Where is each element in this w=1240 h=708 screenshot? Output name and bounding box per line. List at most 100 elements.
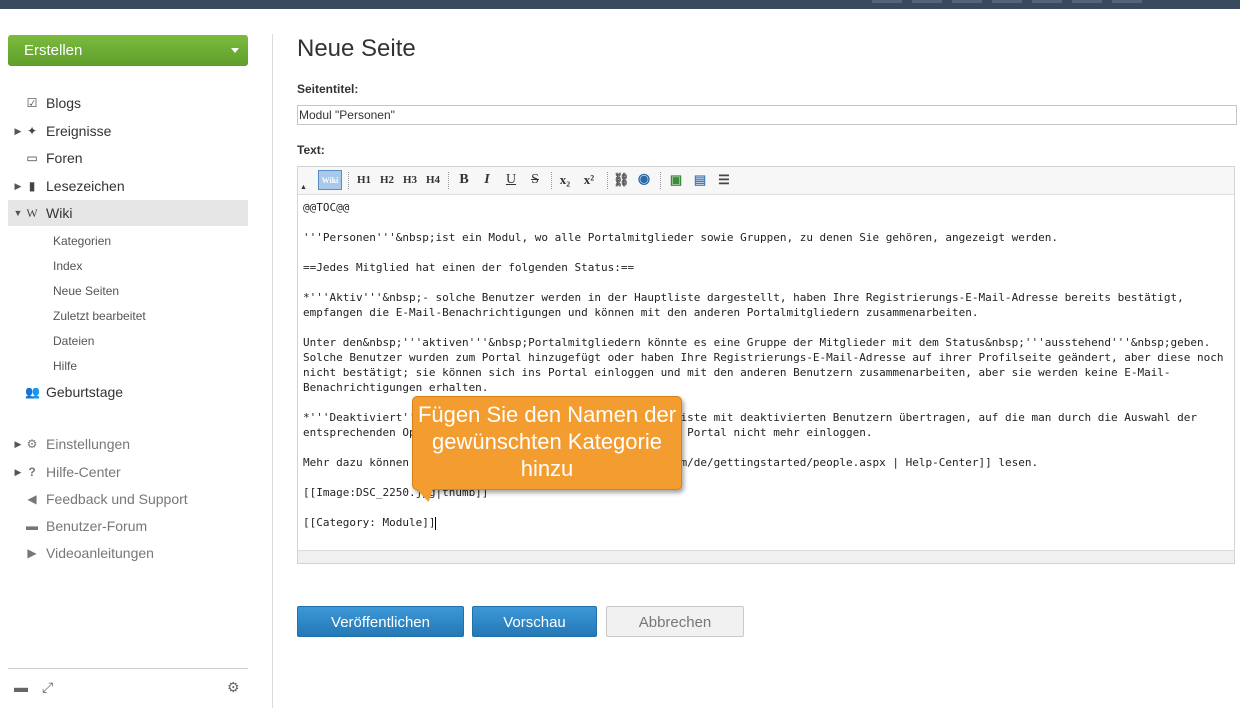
strikethrough-button[interactable]: S	[527, 170, 543, 190]
header-button[interactable]	[1072, 0, 1102, 3]
text-label: Text:	[297, 143, 325, 157]
sidebar-item-blogs[interactable]: ☑ Blogs	[8, 90, 248, 116]
expand-icon[interactable]: ⤢	[42, 679, 53, 696]
horizontal-rule-icon[interactable]: ☰	[716, 170, 732, 190]
sidebar-item-label: Lesezeichen	[46, 178, 125, 194]
chevron-down-icon[interactable]	[231, 48, 239, 53]
sidebar-item-einstellungen[interactable]: ▶ ⚙ Einstellungen	[8, 431, 248, 457]
wiki-sub-kategorien[interactable]: Kategorien	[53, 232, 111, 250]
toolbar-separator	[348, 172, 350, 189]
people-icon: 👥	[25, 385, 40, 399]
play-icon: ▶	[27, 546, 37, 560]
link-icon[interactable]: ⛓	[613, 170, 630, 190]
toolbar-separator	[448, 172, 450, 189]
sidebar-item-benutzer-forum[interactable]: ▬ Benutzer-Forum	[8, 513, 248, 539]
pin-icon: ✦	[26, 124, 38, 138]
callout-tooltip: Fügen Sie den Namen der gewünschten Kate…	[412, 396, 682, 490]
toolbar-collapse-icon[interactable]: ▲	[300, 177, 307, 197]
collapse-arrow-icon[interactable]: ▼	[13, 200, 23, 226]
header-button[interactable]	[1032, 0, 1062, 3]
content-line: *'''Aktiv'''&nbsp;- solche Benutzer werd…	[303, 291, 1191, 319]
sidebar-item-label: Blogs	[46, 95, 82, 111]
wiki-sub-index[interactable]: Index	[53, 257, 82, 275]
sidebar-item-feedback[interactable]: ◀ Feedback und Support	[8, 486, 248, 512]
subscript-button[interactable]: x₂	[557, 170, 573, 190]
sidebar-item-label: Einstellungen	[46, 436, 131, 452]
page-title-label: Seitentitel:	[297, 82, 359, 96]
sidebar-item-label: Foren	[46, 150, 83, 166]
sidebar-item-hilfe-center[interactable]: ▶ ? Hilfe-Center	[8, 459, 248, 485]
sidebar-item-label: Geburtstage	[46, 384, 124, 400]
toolbar-separator	[551, 172, 553, 189]
superscript-button[interactable]: x²	[581, 170, 597, 190]
top-header-bar	[0, 0, 1240, 9]
sidebar-item-label: Videoanleitungen	[46, 545, 154, 561]
create-button[interactable]: Erstellen	[8, 35, 248, 66]
chat-bubble-icon[interactable]: ▬	[14, 679, 28, 695]
gear-icon[interactable]: ⚙	[227, 679, 240, 696]
sidebar-item-ereignisse[interactable]: ▶ ✦ Ereignisse	[8, 118, 248, 144]
text-cursor	[435, 516, 437, 530]
sidebar-item-label: Ereignisse	[46, 123, 112, 139]
category-text: [[Category: Module]]	[303, 516, 436, 529]
expand-arrow-icon[interactable]: ▶	[13, 118, 23, 144]
editor-toolbar: ▲ Wiki H1 H2 H3 H4 B I U S x₂ x² ⛓ ◉ ▣ ▤…	[298, 167, 1234, 195]
sidebar-item-videoanleitungen[interactable]: ▶ Videoanleitungen	[8, 540, 248, 566]
question-icon: ?	[28, 465, 36, 479]
sidebar-item-foren[interactable]: ▭ Foren	[8, 145, 248, 171]
image-icon[interactable]: ▣	[668, 170, 684, 190]
page-title: Neue Seite	[297, 35, 416, 62]
bold-button[interactable]: B	[456, 170, 472, 190]
expand-arrow-icon[interactable]: ▶	[13, 431, 23, 457]
header-button[interactable]	[872, 0, 902, 3]
edit-icon: ☑	[26, 96, 38, 110]
page-title-input[interactable]	[297, 105, 1237, 125]
header-button[interactable]	[912, 0, 942, 3]
content-line: '''Personen'''&nbsp;ist ein Modul, wo al…	[303, 231, 1058, 244]
wiki-sub-dateien[interactable]: Dateien	[53, 332, 94, 350]
content-line: ==Jedes Mitglied hat einen der folgenden…	[303, 261, 635, 274]
sidebar-item-wiki[interactable]: ▼ W Wiki	[8, 200, 248, 226]
wiki-sub-neue-seiten[interactable]: Neue Seiten	[53, 282, 119, 300]
comment-icon: ▬	[26, 519, 38, 533]
toolbar-separator	[607, 172, 609, 189]
content-line-last: [[Category: Module]]	[303, 515, 1228, 530]
sidebar-separator	[272, 34, 273, 708]
heading1-button[interactable]: H1	[355, 170, 373, 190]
content-line: Unter den&nbsp;'''aktiven'''&nbsp;Portal…	[303, 336, 1231, 394]
preview-button[interactable]: Vorschau	[472, 606, 597, 637]
wiki-sub-zuletzt-bearbeitet[interactable]: Zuletzt bearbeitet	[53, 307, 146, 325]
file-icon[interactable]: ▤	[692, 170, 708, 190]
heading3-button[interactable]: H3	[401, 170, 419, 190]
expand-arrow-icon[interactable]: ▶	[13, 173, 23, 199]
sidebar-item-label: Feedback und Support	[46, 491, 188, 507]
wiki-sub-hilfe[interactable]: Hilfe	[53, 357, 77, 375]
web-link-icon[interactable]: ◉	[636, 170, 652, 190]
create-button-label: Erstellen	[24, 42, 83, 59]
sidebar-item-label: Wiki	[46, 205, 73, 221]
header-button[interactable]	[952, 0, 982, 3]
content-line: @@TOC@@	[303, 201, 350, 214]
bookmark-icon: ▮	[28, 179, 36, 193]
wiki-text-area[interactable]: @@TOC@@ '''Personen'''&nbsp;ist ein Modul…	[303, 200, 1228, 545]
megaphone-icon: ◀	[27, 492, 37, 506]
sidebar-item-lesezeichen[interactable]: ▶ ▮ Lesezeichen	[8, 173, 248, 199]
header-button[interactable]	[1112, 0, 1142, 3]
underline-button[interactable]: U	[503, 170, 519, 190]
heading2-button[interactable]: H2	[378, 170, 396, 190]
wiki-icon: W	[26, 206, 38, 220]
sidebar-item-label: Benutzer-Forum	[46, 518, 148, 534]
cancel-button[interactable]: Abbrechen	[606, 606, 744, 637]
publish-button[interactable]: Veröffentlichen	[297, 606, 464, 637]
heading4-button[interactable]: H4	[424, 170, 442, 190]
italic-button[interactable]: I	[479, 170, 495, 190]
sidebar-item-label: Hilfe-Center	[46, 464, 121, 480]
sidebar: Erstellen ☑ Blogs ▶ ✦ Ereignisse ▭ Foren…	[0, 9, 272, 708]
toolbar-separator	[660, 172, 662, 189]
sidebar-item-geburtstage[interactable]: 👥 Geburtstage	[8, 379, 248, 405]
wiki-editor[interactable]: ▲ Wiki H1 H2 H3 H4 B I U S x₂ x² ⛓ ◉ ▣ ▤…	[297, 166, 1235, 564]
expand-arrow-icon[interactable]: ▶	[13, 459, 23, 485]
wiki-mode-icon[interactable]: Wiki	[318, 170, 342, 190]
header-button[interactable]	[992, 0, 1022, 3]
editor-resize-bar[interactable]	[298, 550, 1234, 563]
